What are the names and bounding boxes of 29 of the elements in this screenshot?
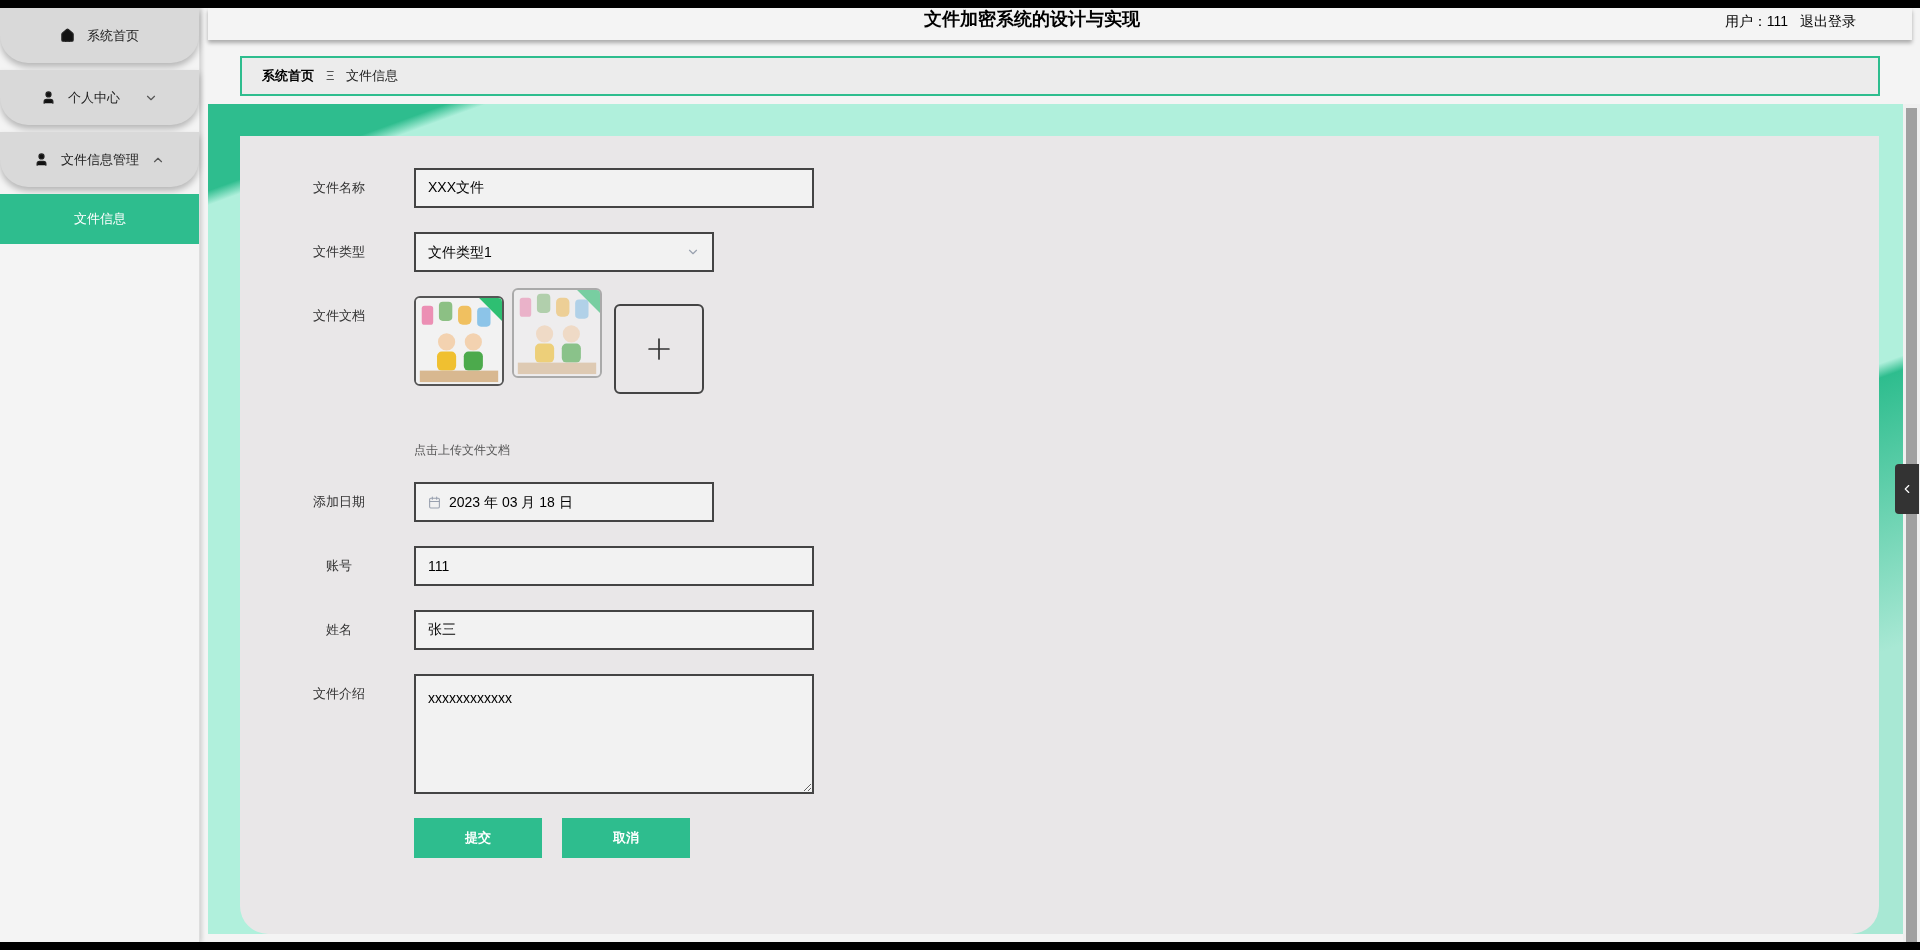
breadcrumb-separator: Ξ	[325, 67, 336, 86]
sidebar-item[interactable]: 系统首页	[0, 8, 199, 63]
sidebar-item[interactable]: 文件信息管理	[0, 132, 199, 187]
field-label: 文件介绍	[313, 685, 365, 703]
logout-link[interactable]: 退出登录	[1800, 14, 1856, 28]
field-label: 账号	[326, 557, 352, 575]
field-label: 姓名	[326, 621, 352, 639]
person-icon	[34, 152, 49, 167]
home-icon	[60, 28, 75, 43]
text-area[interactable]: xxxxxxxxxxxx	[414, 674, 814, 794]
field-label: 文件文档	[313, 307, 365, 325]
breadcrumb-link[interactable]: 系统首页	[262, 66, 314, 86]
upload-hint: 点击上传文件文档	[414, 442, 511, 458]
text-field[interactable]: 111	[414, 546, 814, 586]
breadcrumb-link[interactable]: 文件信息	[346, 66, 399, 86]
text-field[interactable]: 张三	[414, 610, 814, 650]
calendar-icon	[428, 495, 441, 509]
upload-button[interactable]	[614, 304, 704, 394]
date-field[interactable]: 2023 年 03 月 18 日	[414, 482, 714, 522]
sidebar-item[interactable]: 个人中心	[0, 70, 199, 125]
site-title: 文件加密系统的设计与实现	[924, 10, 1140, 28]
field-label: 添加日期	[313, 493, 365, 511]
scrollbar-thumb[interactable]	[1906, 108, 1917, 942]
person-icon	[41, 90, 56, 105]
field-label: 文件名称	[313, 179, 365, 197]
user-label: 用户：111	[1724, 14, 1788, 28]
select-field[interactable]: 文件类型1	[414, 232, 714, 272]
text-field[interactable]: XXX文件	[414, 168, 814, 208]
field-label: 文件类型	[313, 243, 365, 261]
